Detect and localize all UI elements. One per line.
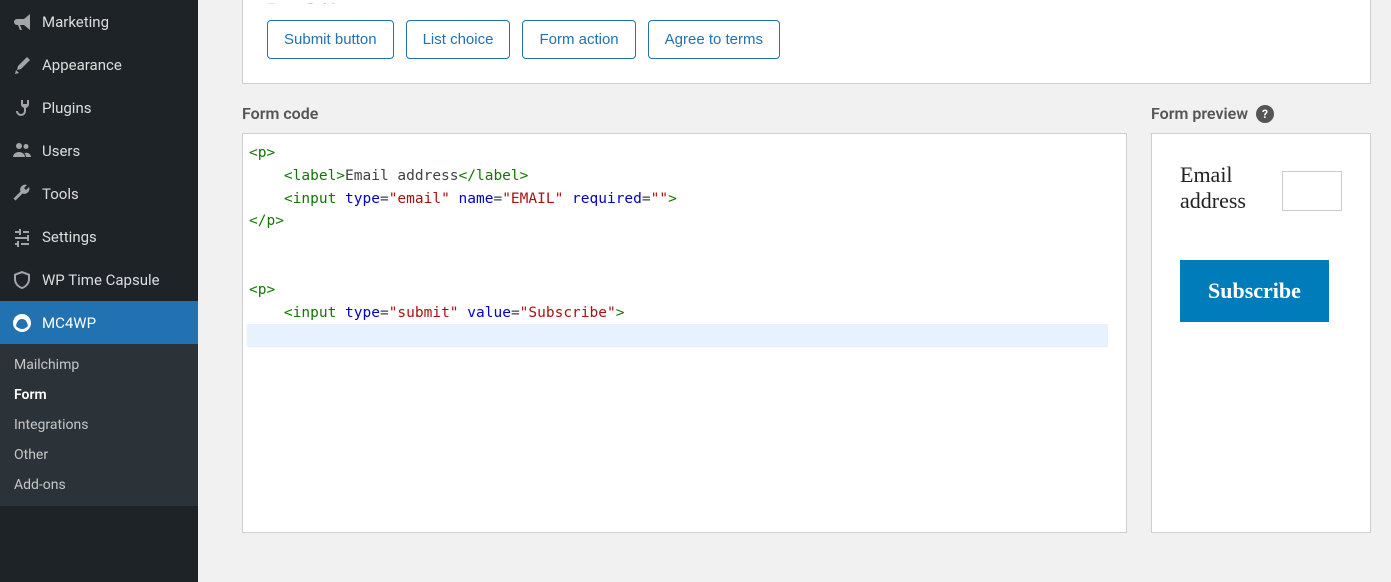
form-code-editor[interactable]: <p> <label>Email address</label> <input … — [242, 133, 1127, 533]
form-preview-heading: Form preview ? — [1151, 104, 1371, 123]
submenu-integrations[interactable]: Integrations — [0, 410, 198, 440]
menu-label: Users — [42, 142, 80, 160]
menu-label: Plugins — [42, 99, 91, 117]
form-field-buttons: Submit button List choice Form action Ag… — [267, 20, 1346, 59]
form-preview-column: Form preview ? Email address Subscribe — [1151, 104, 1371, 533]
menu-item-appearance[interactable]: Appearance — [0, 43, 198, 86]
menu-item-marketing[interactable]: Marketing — [0, 0, 198, 43]
submenu-other[interactable]: Other — [0, 440, 198, 470]
menu-item-mc4wp[interactable]: MC4WP — [0, 301, 198, 344]
plug-icon — [12, 98, 32, 118]
megaphone-icon — [12, 12, 32, 32]
form-code-column: Form code <p> <label>Email address</labe… — [242, 104, 1127, 533]
mc4wp-submenu: Mailchimp Form Integrations Other Add-on… — [0, 344, 198, 506]
submenu-mailchimp[interactable]: Mailchimp — [0, 350, 198, 380]
admin-sidebar: Marketing Appearance Plugins Users Tools… — [0, 0, 198, 582]
form-preview-heading-text: Form preview — [1151, 104, 1248, 123]
field-btn-list-choice[interactable]: List choice — [406, 20, 511, 59]
field-btn-agree-terms[interactable]: Agree to terms — [648, 20, 780, 59]
content-area: Form fields Submit button List choice Fo… — [198, 0, 1391, 582]
form-fields-card: Form fields Submit button List choice Fo… — [242, 0, 1371, 84]
menu-label: Settings — [42, 228, 97, 246]
users-icon — [12, 141, 32, 161]
shield-icon — [12, 270, 32, 290]
brush-icon — [12, 55, 32, 75]
preview-subscribe-button[interactable]: Subscribe — [1180, 260, 1329, 322]
menu-label: WP Time Capsule — [42, 271, 160, 289]
mc4wp-icon — [12, 313, 32, 333]
form-code-heading: Form code — [242, 104, 1127, 123]
menu-item-users[interactable]: Users — [0, 129, 198, 172]
menu-item-wptimecapsule[interactable]: WP Time Capsule — [0, 258, 198, 301]
form-preview-box: Email address Subscribe — [1151, 133, 1371, 533]
menu-item-settings[interactable]: Settings — [0, 215, 198, 258]
form-fields-heading: Form fields — [267, 0, 1346, 4]
menu-label: MC4WP — [42, 314, 96, 332]
menu-label: Tools — [42, 185, 79, 203]
sliders-icon — [12, 227, 32, 247]
submenu-addons[interactable]: Add-ons — [0, 470, 198, 500]
menu-label: Marketing — [42, 13, 109, 31]
submenu-form[interactable]: Form — [0, 380, 198, 410]
field-btn-submit[interactable]: Submit button — [267, 20, 394, 59]
menu-item-plugins[interactable]: Plugins — [0, 86, 198, 129]
editor-active-line — [247, 324, 1108, 347]
wrench-icon — [12, 184, 32, 204]
preview-email-input[interactable] — [1282, 171, 1342, 211]
preview-email-label: Email address — [1180, 162, 1270, 214]
menu-label: Appearance — [42, 56, 122, 74]
menu-item-tools[interactable]: Tools — [0, 172, 198, 215]
field-btn-form-action[interactable]: Form action — [522, 20, 635, 59]
help-icon[interactable]: ? — [1256, 105, 1274, 123]
